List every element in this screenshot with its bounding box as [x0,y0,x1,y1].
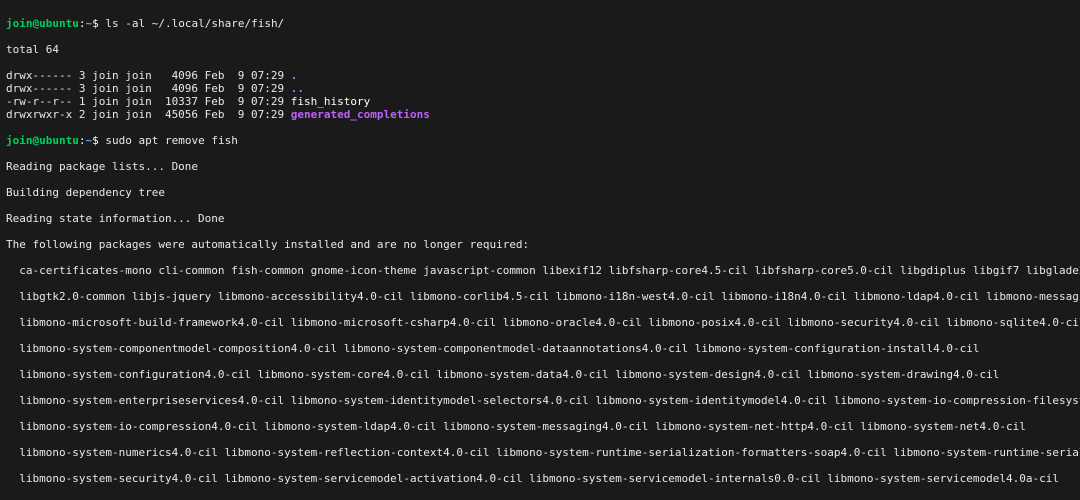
apt-pkg: libmono-system-numerics4.0-cil libmono-s… [6,446,1074,459]
apt-pkg: ca-certificates-mono cli-common fish-com… [6,264,1074,277]
ls-row: -rw-r--r-- 1 join join 10337 Feb 9 07:29… [6,95,1074,108]
apt-line: Reading state information... Done [6,212,1074,225]
prompt-line-2: join@ubuntu:~$ sudo apt remove fish [6,134,1074,147]
user-host: join@ubuntu [6,17,79,30]
apt-pkg: libgtk2.0-common libjs-jquery libmono-ac… [6,290,1074,303]
apt-line: Building dependency tree [6,186,1074,199]
apt-pkg: libmono-system-enterpriseservices4.0-cil… [6,394,1074,407]
apt-pkg: libmono-system-io-compression4.0-cil lib… [6,420,1074,433]
apt-pkg: libmono-system-componentmodel-compositio… [6,342,1074,355]
ls-row: drwxrwxr-x 2 join join 45056 Feb 9 07:29… [6,108,1074,121]
apt-pkg: libmono-system-configuration4.0-cil libm… [6,368,1074,381]
apt-line: Reading package lists... Done [6,160,1074,173]
apt-line: The following packages were automaticall… [6,238,1074,251]
apt-pkg: libmono-system-security4.0-cil libmono-s… [6,472,1074,485]
ls-row: drwx------ 3 join join 4096 Feb 9 07:29 … [6,69,1074,82]
ls-row: drwx------ 3 join join 4096 Feb 9 07:29 … [6,82,1074,95]
filename: generated_completions [291,108,430,121]
filename: .. [291,82,304,95]
command-1: ls -al ~/.local/share/fish/ [105,17,284,30]
apt-pkg: libmono-microsoft-build-framework4.0-cil… [6,316,1074,329]
prompt-line-1: join@ubuntu:~$ ls -al ~/.local/share/fis… [6,17,1074,30]
terminal[interactable]: join@ubuntu:~$ ls -al ~/.local/share/fis… [0,0,1080,500]
ls-total-1: total 64 [6,43,1074,56]
command-2: sudo apt remove fish [105,134,237,147]
filename: fish_history [291,95,370,108]
filename: . [291,69,298,82]
